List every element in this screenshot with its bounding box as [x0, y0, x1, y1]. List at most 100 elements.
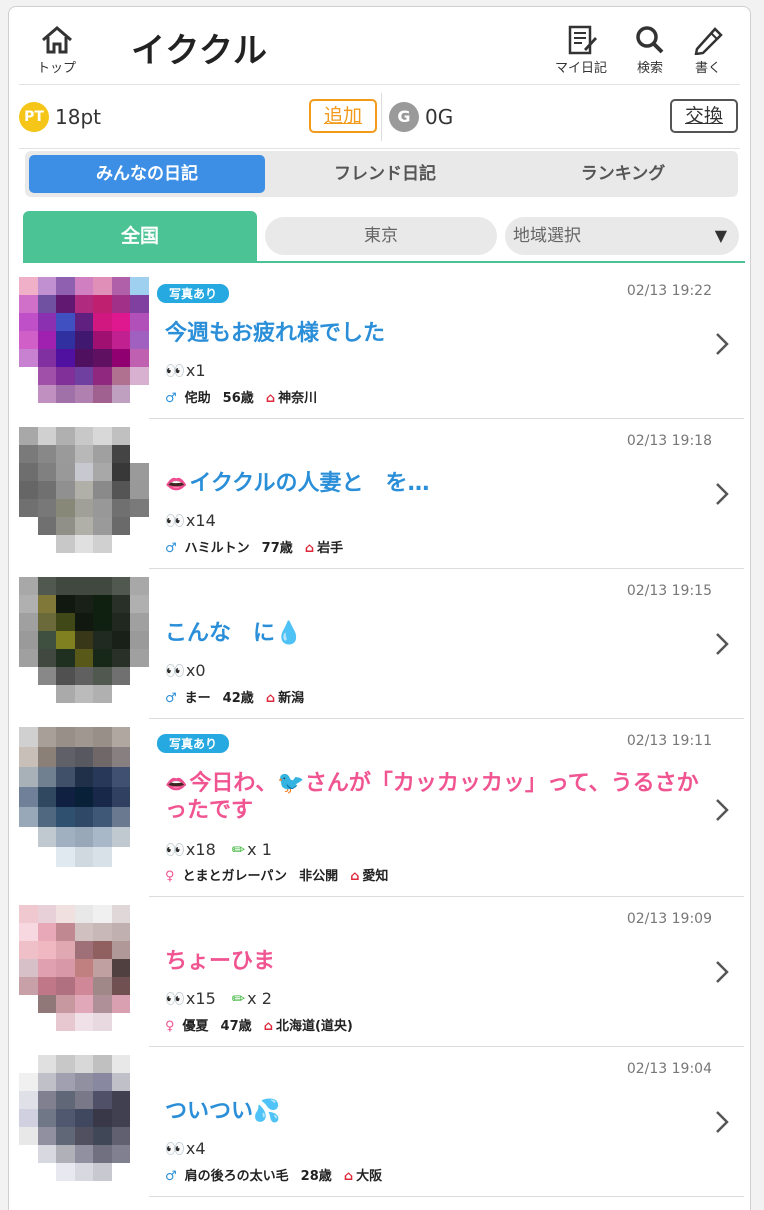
view-count: x15 — [185, 989, 216, 1008]
diary-stats: 👀 x4 — [165, 1139, 206, 1158]
chevron-right-icon — [716, 333, 729, 355]
post-time: 02/13 19:04 — [626, 1061, 712, 1077]
diary-list-item[interactable]: 02/13 19:09 ちょーひま 👀 x15 ✏ x 2 ♀ 優夏 47歳 ⌂ 北海道(道央) — [19, 897, 744, 1047]
region-tab-tokyo[interactable]: 東京 — [265, 217, 497, 255]
comment-count: x 2 — [247, 989, 272, 1008]
home-region-icon: ⌂ — [265, 391, 276, 406]
post-time: 02/13 19:22 — [626, 283, 712, 299]
region-tab-all[interactable]: 全国 — [23, 211, 257, 261]
diary-list-item[interactable]: 02/13 19:18 👄イククルの人妻と を… 👀 x14 ♂ ハミルトン 77歳 ⌂ 岩手 — [19, 419, 744, 569]
post-time: 02/13 19:18 — [626, 433, 712, 449]
chevron-right-icon — [716, 483, 729, 505]
home-region-icon: ⌂ — [343, 1169, 354, 1184]
lips-icon: 👄 — [165, 774, 188, 795]
author-age: 非公開 — [299, 869, 339, 884]
author-region: 大阪 — [356, 1169, 383, 1184]
home-icon — [41, 26, 72, 54]
diary-stats: 👀 x14 — [165, 511, 216, 530]
diary-title-text: ついつい💦 — [165, 1099, 281, 1124]
author-meta: ♂ 侘助 56歳 ⌂ 神奈川 — [165, 387, 317, 406]
home-button[interactable]: トップ — [37, 25, 76, 76]
diary-stats: 👀 x15 ✏ x 2 — [165, 989, 272, 1008]
diary-list: 写真あり 02/13 19:22 今週もお疲れ様でした 👀 x1 ♂ 侘助 56歳 ⌂ 神奈川 02… — [19, 269, 744, 1210]
diary-title-text: 今週もお疲れ様でした — [165, 321, 386, 346]
author-age: 56歳 — [222, 391, 254, 406]
view-count: x18 — [185, 840, 216, 859]
diary-title-text: ちょーひま — [165, 949, 276, 974]
diary-title[interactable]: 👄今日わ、🐦さんが「カッカッカッ」って、うるさかったです — [165, 771, 705, 824]
diary-title[interactable]: 👄イククルの人妻と を… — [165, 471, 705, 498]
author-meta: ♂ まー 42歳 ⌂ 新潟 — [165, 687, 304, 706]
author-name: 優夏 — [182, 1019, 209, 1034]
view-count: x4 — [185, 1139, 206, 1158]
gender-icon: ♂ — [165, 691, 177, 706]
header: トップ イククル マイ日記 検索 書く — [19, 7, 740, 85]
diary-title-text: こんな に💧 — [165, 621, 303, 646]
pt-value: 18pt — [55, 105, 101, 129]
author-meta: ♀ 優夏 47歳 ⌂ 北海道(道央) — [165, 1015, 353, 1034]
add-points-button[interactable]: 追加 — [309, 99, 377, 133]
diary-title-text: イククルの人妻と を… — [189, 471, 430, 496]
diary-thumbnail — [19, 1055, 149, 1181]
exchange-button[interactable]: 交換 — [670, 99, 738, 133]
author-name: 侘助 — [184, 391, 211, 406]
view-count: x0 — [185, 661, 206, 680]
region-select[interactable]: 地域選択 ▼ — [505, 217, 739, 255]
pt-icon: PT — [19, 102, 49, 132]
author-age: 42歳 — [222, 691, 254, 706]
lips-icon: 👄 — [165, 474, 188, 495]
mydiary-button[interactable]: マイ日記 — [555, 25, 607, 76]
diary-title[interactable]: ついつい💦 — [165, 1099, 705, 1125]
author-age: 47歳 — [220, 1019, 252, 1034]
author-region: 神奈川 — [278, 391, 318, 406]
home-region-icon: ⌂ — [265, 691, 276, 706]
pencil-icon: ✏ — [231, 989, 246, 1008]
diary-title[interactable]: ちょーひま — [165, 949, 705, 975]
photo-badge: 写真あり — [157, 284, 230, 303]
author-region: 北海道(道央) — [275, 1019, 353, 1034]
diary-list-item[interactable] — [19, 1197, 744, 1210]
pencil-icon: ✏ — [231, 840, 246, 859]
post-time: 02/13 19:09 — [626, 911, 712, 927]
diary-list-item[interactable]: 写真あり 02/13 19:11 👄今日わ、🐦さんが「カッカッカッ」って、うるさかっ… — [19, 719, 744, 897]
diary-thumbnail — [19, 905, 149, 1031]
comment-count: x 1 — [247, 840, 272, 859]
search-icon — [636, 26, 664, 54]
author-meta: ♂ 肩の後ろの太い毛 28歳 ⌂ 大阪 — [165, 1165, 382, 1184]
write-button[interactable]: 書く — [691, 25, 725, 76]
author-name: 肩の後ろの太い毛 — [184, 1169, 289, 1184]
diary-list-item[interactable]: 02/13 19:15 こんな に💧 👀 x0 ♂ まー 42歳 ⌂ 新潟 — [19, 569, 744, 719]
author-meta: ♂ ハミルトン 77歳 ⌂ 岩手 — [165, 537, 343, 556]
app-frame: トップ イククル マイ日記 検索 書く PT 18pt 追加 G 0G 交換 み… — [8, 6, 751, 1210]
divider — [381, 93, 382, 141]
tab-ranking[interactable]: ランキング — [505, 155, 741, 193]
home-region-icon: ⌂ — [263, 1019, 273, 1034]
diary-list-item[interactable]: 写真あり 02/13 19:22 今週もお疲れ様でした 👀 x1 ♂ 侘助 56歳 ⌂ 神奈川 — [19, 269, 744, 419]
home-region-icon: ⌂ — [350, 869, 360, 884]
caret-down-icon: ▼ — [714, 226, 727, 245]
notebook-icon — [568, 25, 597, 55]
eyes-icon: 👀 — [165, 511, 185, 530]
author-name: まー — [184, 691, 211, 706]
region-select-label: 地域選択 — [513, 226, 581, 246]
diary-thumbnail — [19, 427, 149, 553]
photo-badge: 写真あり — [157, 734, 230, 753]
tab-everyone-diary[interactable]: みんなの日記 — [29, 155, 265, 193]
diary-title[interactable]: 今週もお疲れ様でした — [165, 321, 705, 347]
view-count: x14 — [185, 511, 216, 530]
eyes-icon: 👀 — [165, 661, 185, 680]
gender-icon: ♀ — [165, 1019, 175, 1034]
diary-stats: 👀 x18 ✏ x 1 — [165, 840, 272, 859]
g-value: 0G — [425, 105, 454, 129]
eyes-icon: 👀 — [165, 361, 185, 380]
author-name: とまとガレーパン — [182, 869, 288, 884]
tab-friend-diary[interactable]: フレンド日記 — [267, 155, 503, 193]
gender-icon: ♂ — [165, 541, 177, 556]
author-meta: ♀ とまとガレーパン 非公開 ⌂ 愛知 — [165, 865, 388, 884]
search-button[interactable]: 検索 — [633, 25, 667, 76]
diary-list-item[interactable]: 02/13 19:04 ついつい💦 👀 x4 ♂ 肩の後ろの太い毛 28歳 ⌂ 大阪 — [19, 1047, 744, 1197]
diary-title[interactable]: こんな に💧 — [165, 621, 705, 647]
chevron-right-icon — [716, 799, 729, 821]
diary-title-text: 今日わ、🐦さんが「カッカッカッ」って、うるさかったです — [165, 771, 699, 823]
chevron-right-icon — [716, 961, 729, 983]
